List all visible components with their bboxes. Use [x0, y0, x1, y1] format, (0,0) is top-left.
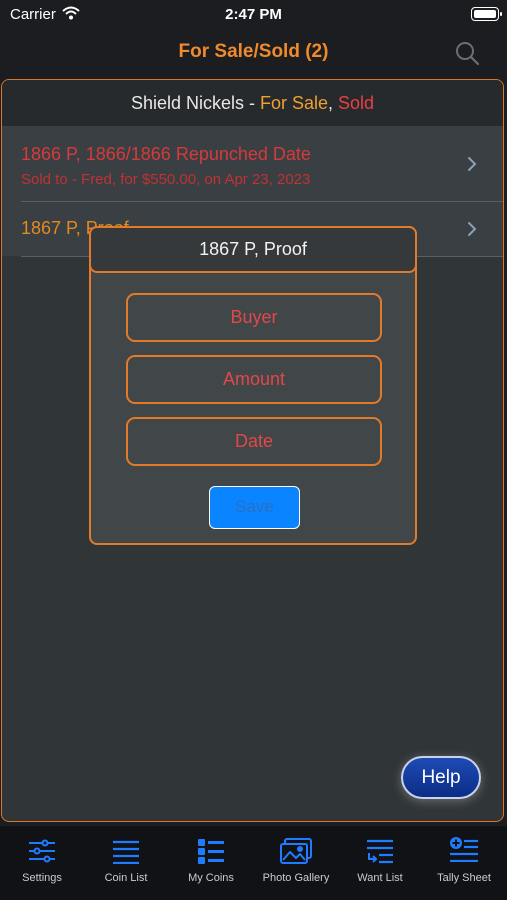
- coin-title: 1866 P, 1866/1866 Repunched Date: [21, 144, 311, 164]
- status-time: 2:47 PM: [225, 6, 282, 23]
- section-header: Shield Nickels - For Sale, Sold: [2, 80, 503, 126]
- list-item[interactable]: 1866 P, 1866/1866 Repunched Date Sold to…: [2, 126, 503, 202]
- dialog-title: 1867 P, Proof: [89, 226, 417, 273]
- tally-add-icon: [450, 837, 478, 862]
- grid-list-icon: [198, 839, 224, 864]
- sale-entry-dialog: 1867 P, Proof Save: [89, 226, 417, 545]
- chevron-right-icon: [468, 157, 477, 171]
- section-comma: ,: [328, 93, 339, 113]
- sliders-icon: [29, 839, 55, 863]
- battery-icon: [471, 7, 502, 21]
- section-separator: -: [243, 93, 260, 113]
- for-sale-label: For Sale: [259, 93, 329, 113]
- tab-tally-sheet[interactable]: Tally Sheet: [422, 826, 506, 900]
- tab-want-list[interactable]: Want List: [338, 826, 422, 900]
- date-field[interactable]: [126, 417, 382, 466]
- section-name: Shield Nickels: [130, 93, 244, 113]
- save-button[interactable]: Save: [209, 486, 300, 529]
- tab-coin-list[interactable]: Coin List: [84, 826, 168, 900]
- tab-photo-gallery[interactable]: Photo Gallery: [254, 826, 338, 900]
- buyer-field[interactable]: [126, 293, 382, 342]
- want-list-icon: [367, 839, 393, 864]
- list-icon: [113, 840, 139, 864]
- tab-label: Tally Sheet: [437, 872, 491, 884]
- coin-sale-details: Sold to - Fred, for $550.00, on Apr 23, …: [21, 171, 311, 188]
- amount-field[interactable]: [126, 355, 382, 404]
- sold-label: Sold: [338, 93, 375, 113]
- photos-icon: [280, 838, 312, 864]
- help-button[interactable]: Help: [401, 756, 481, 799]
- tab-my-coins[interactable]: My Coins: [169, 826, 253, 900]
- tab-bar: Settings Coin List My Coins Photo Galler…: [0, 826, 507, 900]
- status-bar: Carrier 2:47 PM: [0, 0, 507, 30]
- tab-settings[interactable]: Settings: [0, 826, 84, 900]
- search-icon[interactable]: [454, 40, 480, 66]
- page-title: For Sale/Sold (2): [178, 41, 329, 62]
- chevron-right-icon: [468, 222, 477, 236]
